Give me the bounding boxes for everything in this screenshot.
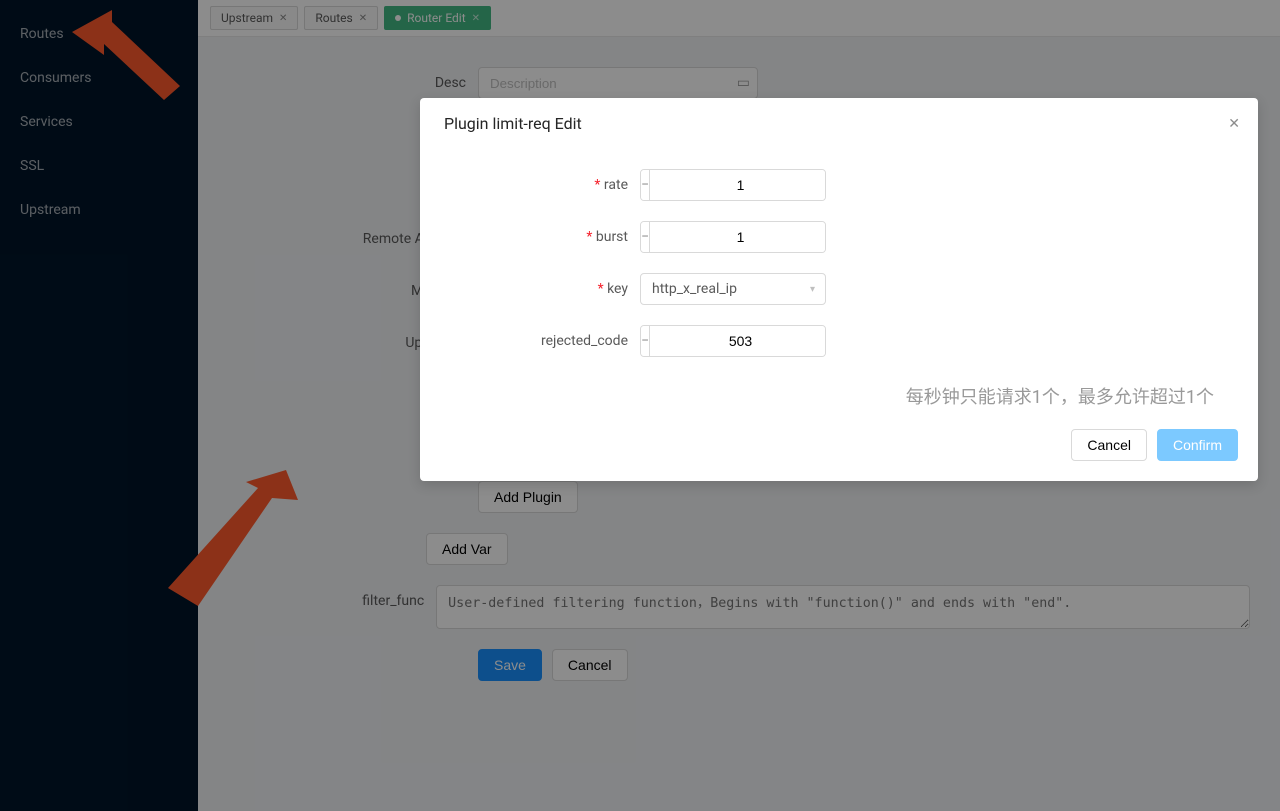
close-icon[interactable]: ✕ [1228, 116, 1240, 132]
modal-title: Plugin limit-req Edit [444, 114, 582, 133]
chevron-down-icon: ▾ [810, 284, 815, 295]
label-key: key [460, 281, 640, 297]
plugin-edit-modal: Plugin limit-req Edit ✕ rate − + burst −… [420, 98, 1258, 481]
label-burst: burst [460, 229, 640, 245]
burst-stepper: − + [640, 221, 826, 253]
modal-cancel-button[interactable]: Cancel [1071, 429, 1147, 461]
decrement-icon[interactable]: − [641, 222, 650, 252]
burst-input[interactable] [650, 222, 826, 252]
modal-confirm-button[interactable]: Confirm [1157, 429, 1238, 461]
rate-input[interactable] [650, 170, 826, 200]
decrement-icon[interactable]: − [641, 326, 650, 356]
label-rate: rate [460, 177, 640, 193]
key-select[interactable]: http_x_real_ip ▾ [640, 273, 826, 305]
rejected-code-input[interactable] [650, 326, 826, 356]
label-rejected-code: rejected_code [460, 333, 640, 349]
rejected-code-stepper: − + [640, 325, 826, 357]
rate-stepper: − + [640, 169, 826, 201]
decrement-icon[interactable]: − [641, 170, 650, 200]
modal-note: 每秒钟只能请求1个，最多允许超过1个 [460, 377, 1218, 409]
key-select-value: http_x_real_ip [652, 281, 737, 297]
